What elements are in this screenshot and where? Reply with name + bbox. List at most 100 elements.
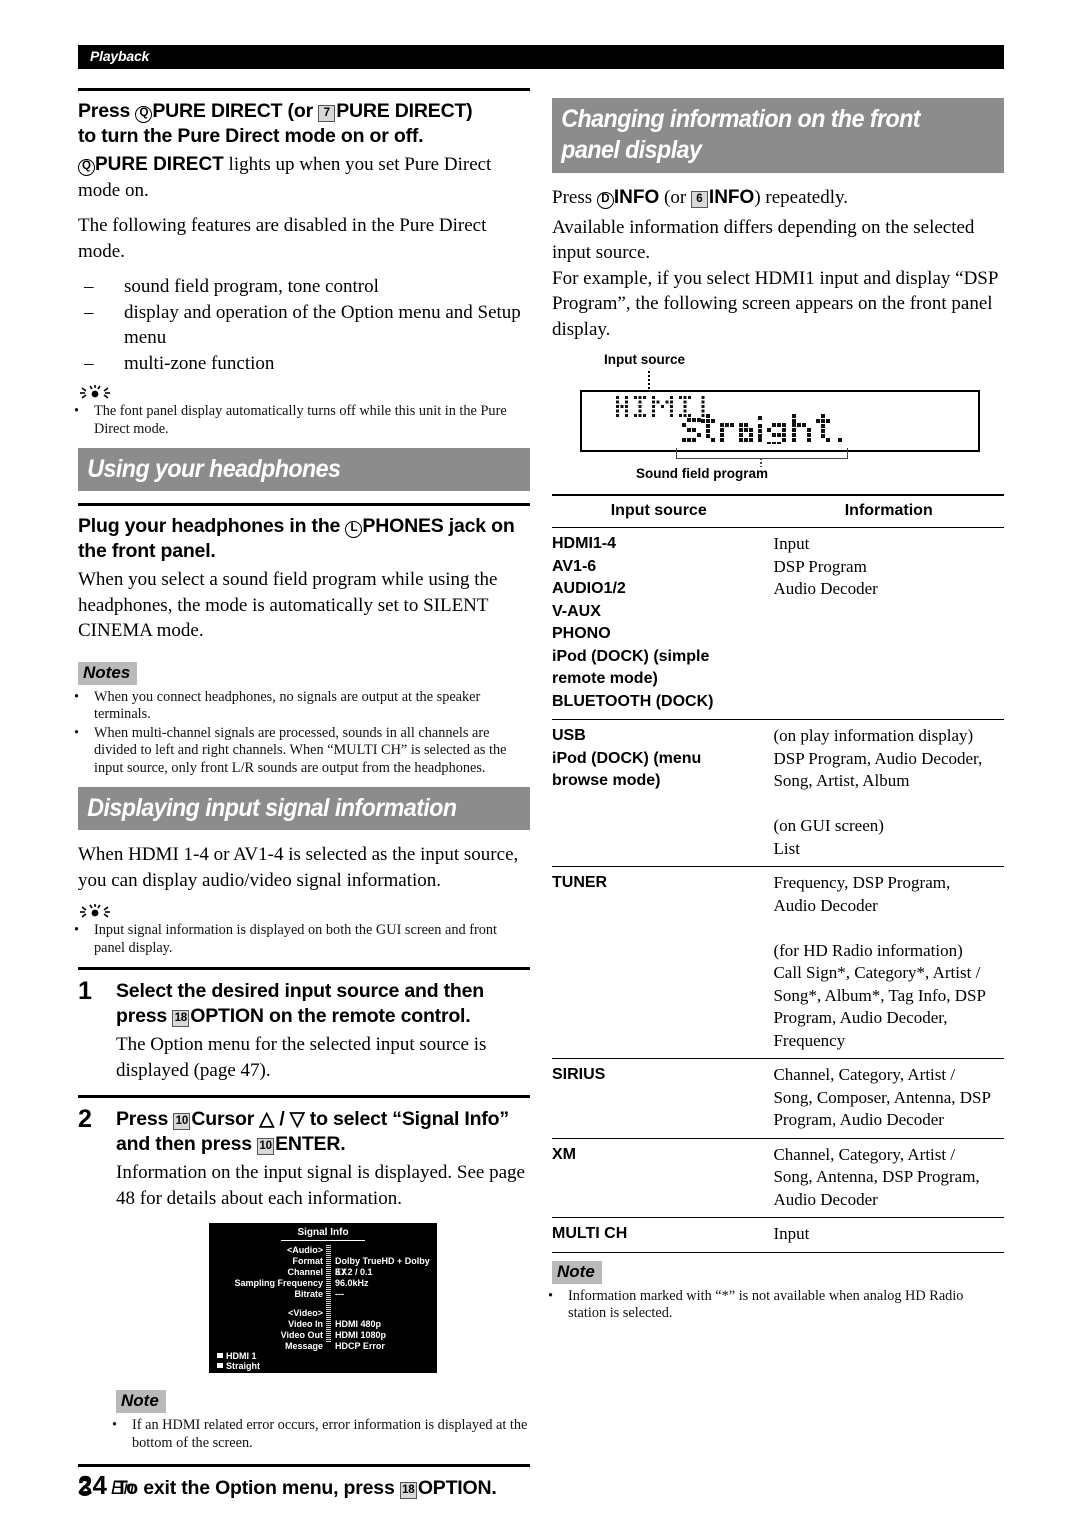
step-3: 3 To exit the Option menu, press 18 OPTIO… bbox=[78, 1475, 530, 1504]
manual-page: Playback Press Q PURE DIRECT (or 7 PURE DI… bbox=[0, 0, 1080, 1526]
info-line: List bbox=[773, 838, 800, 858]
step-1-heading-post: on the remote control. bbox=[263, 1005, 471, 1027]
source-line: MULTI CH bbox=[552, 1225, 628, 1242]
info-line: Frequency bbox=[773, 1030, 846, 1050]
gui-row-value: HDMI 480p bbox=[335, 1319, 382, 1329]
gui-row-label: Bitrate bbox=[294, 1289, 323, 1299]
info-line: Channel, Category, Artist / bbox=[773, 1144, 956, 1164]
list-item: – display and operation of the Option men… bbox=[78, 300, 530, 351]
gui-row-label: Video Out bbox=[280, 1330, 323, 1340]
list-item: • If an HDMI related error occurs, error … bbox=[112, 1417, 530, 1452]
bullet-icon: • bbox=[548, 1287, 554, 1304]
list-item: • Input signal information is displayed o… bbox=[74, 922, 530, 957]
dash-icon: – bbox=[84, 352, 94, 374]
list-item: • When you connect headphones, no signals… bbox=[74, 689, 530, 724]
cell-input-source: USB iPod (DOCK) (menu browse mode) bbox=[552, 719, 774, 867]
cell-information: (on play information display) DSP Progra… bbox=[773, 719, 1004, 867]
list-item: • When multi-channel signals are processe… bbox=[74, 725, 530, 778]
box-marker-6-icon: 6 bbox=[690, 191, 708, 208]
box-marker-18-icon: 18 bbox=[172, 1010, 190, 1027]
dash-icon: – bbox=[84, 301, 94, 323]
info-line: Audio Decoder bbox=[773, 895, 878, 915]
gui-title: Signal Info bbox=[297, 1227, 349, 1238]
pure-direct-key-2: PURE DIRECT bbox=[336, 100, 467, 122]
info-line: Program, Audio Decoder, bbox=[773, 1008, 948, 1027]
step-1-number: 1 bbox=[78, 977, 92, 1005]
column-header-information: Information bbox=[773, 494, 1004, 528]
cell-input-source: MULTI CH bbox=[552, 1217, 774, 1253]
info-line: Program, Audio Decoder bbox=[773, 1110, 944, 1129]
gui-row-label: Sampling Frequency bbox=[234, 1278, 323, 1288]
pure-direct-heading-post: ) bbox=[466, 100, 473, 122]
info-line: (on play information display) bbox=[773, 726, 974, 745]
notes-badge: Notes bbox=[78, 661, 138, 685]
pure-direct-disabled-list: – sound field program, tone control – disp… bbox=[78, 274, 530, 376]
note-badge-right: Note bbox=[552, 1260, 602, 1284]
dash-icon: – bbox=[84, 276, 94, 297]
source-line: SIRIUS bbox=[552, 1066, 606, 1083]
source-line: iPod (DOCK) (menu bbox=[552, 749, 702, 767]
source-line: AV1-6 bbox=[552, 557, 597, 575]
info-line: Frequency, DSP Program, bbox=[773, 873, 951, 892]
section-header-line1: Changing information on the front bbox=[561, 105, 921, 133]
gui-row-value: HDMI 1080p bbox=[335, 1330, 387, 1340]
running-head-label: Playback bbox=[90, 48, 150, 64]
info-line: Song, Composer, Antenna, DSP bbox=[773, 1087, 991, 1107]
section-header-front-panel: Changing information on the front panel … bbox=[552, 98, 1004, 173]
list-item-label: If an HDMI related error occurs, error i… bbox=[132, 1417, 528, 1451]
source-line: AUDIO1/2 bbox=[552, 580, 626, 597]
option-key-2: OPTION bbox=[417, 1477, 492, 1499]
gui-audio-label: <Audio> bbox=[286, 1245, 323, 1255]
info-line: Song, Antenna, DSP Program, bbox=[773, 1167, 980, 1186]
section-header-line2: panel display bbox=[561, 136, 702, 164]
headphones-body: When you select a sound field program wh… bbox=[78, 569, 498, 641]
pure-direct-heading: Press Q PURE DIRECT (or 7 PURE DIRECT) to … bbox=[78, 99, 530, 149]
pure-direct-paragraph-2: The following features are disabled in t… bbox=[78, 215, 487, 262]
note-badge: Note bbox=[116, 1390, 166, 1413]
list-item: • The font panel display automatically tu… bbox=[74, 403, 530, 438]
bullet-icon: • bbox=[112, 1417, 118, 1433]
info-line: Input bbox=[773, 1224, 810, 1243]
box-marker-7-icon: 7 bbox=[318, 105, 336, 122]
signal-info-screenshot-wrap: Signal Info <Audio> Format Dolby TrueHD … bbox=[116, 1223, 530, 1378]
table-row: USB iPod (DOCK) (menu browse mode) (on p… bbox=[552, 719, 1004, 867]
left-column: Press Q PURE DIRECT (or 7 PURE DIRECT) to … bbox=[74, 88, 530, 1506]
source-line: PHONO bbox=[552, 625, 611, 642]
source-line: remote mode) bbox=[552, 670, 658, 687]
box-marker-18-icon-2: 18 bbox=[399, 1482, 417, 1499]
section-header-headphones: Using your headphones bbox=[78, 448, 530, 491]
front-panel-program-text bbox=[682, 414, 842, 444]
input-source-information-table: Input source Information HDMI1-4 AV1-6 A… bbox=[552, 494, 1004, 1253]
gui-row-label: Video In bbox=[288, 1319, 323, 1329]
cell-information: Channel, Category, Artist / Song, Compos… bbox=[773, 1058, 1004, 1138]
page-folio: 24 En bbox=[78, 1470, 134, 1501]
gui-video-label: <Video> bbox=[288, 1308, 323, 1318]
cell-information: Channel, Category, Artist / Song, Antenn… bbox=[773, 1137, 1004, 1218]
step-1: 1 Select the desired input source and th… bbox=[78, 978, 530, 1087]
gui-status-input-label: HDMI 1 bbox=[226, 1351, 257, 1361]
table-row: MULTI CH Input bbox=[552, 1217, 1004, 1253]
pure-direct-key-1: PURE DIRECT bbox=[152, 100, 283, 122]
list-item-label: The font panel display automatically tur… bbox=[94, 403, 507, 437]
list-item-label: sound field program, tone control bbox=[124, 276, 379, 297]
box-marker-10-icon-2: 10 bbox=[257, 1138, 275, 1155]
circle-marker-q-icon-2: Q bbox=[78, 159, 95, 176]
enter-key: ENTER bbox=[275, 1133, 341, 1155]
step-2-heading-post: . bbox=[340, 1133, 346, 1155]
gui-row-value: 3 / 2 / 0.1 bbox=[335, 1267, 373, 1277]
signal-info-intro: When HDMI 1-4 or AV1-4 is selected as th… bbox=[78, 844, 519, 891]
info-blank-line bbox=[773, 793, 1004, 816]
info-line: DSP Program bbox=[773, 556, 867, 576]
signal-info-screenshot: Signal Info <Audio> Format Dolby TrueHD … bbox=[209, 1223, 437, 1373]
tip-sun-icon bbox=[78, 384, 530, 402]
info-line: (on GUI screen) bbox=[773, 816, 884, 835]
circle-marker-d-icon: D bbox=[596, 192, 614, 209]
intro-pre: Press bbox=[552, 187, 597, 208]
step-2-number: 2 bbox=[78, 1105, 92, 1133]
divider-rule bbox=[78, 1464, 530, 1467]
column-header-input-source: Input source bbox=[552, 494, 774, 528]
step-2: 2 Press 10 Cursor △ / ▽ to select “Signal… bbox=[78, 1106, 530, 1458]
gui-status-program: Straight bbox=[217, 1361, 260, 1372]
gui-row-value: HDCP Error bbox=[335, 1341, 385, 1351]
status-square-icon bbox=[217, 1363, 223, 1368]
